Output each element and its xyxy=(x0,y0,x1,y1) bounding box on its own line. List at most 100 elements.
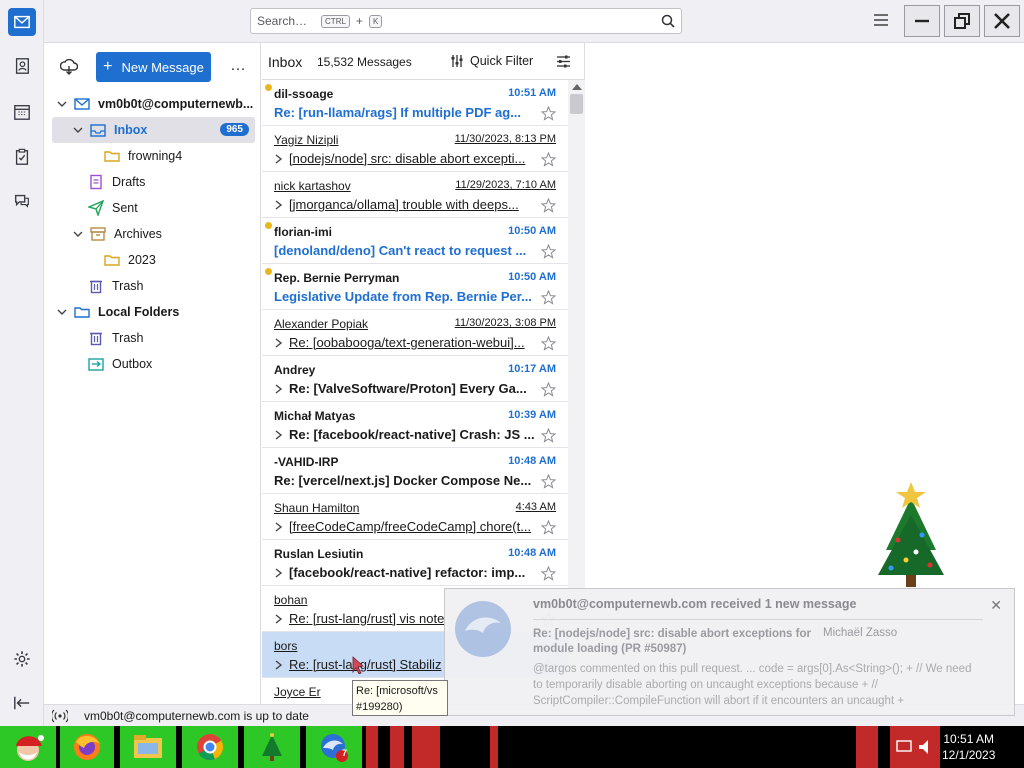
firefox-taskbar-button[interactable] xyxy=(60,726,114,768)
trash-icon xyxy=(90,332,102,346)
shortcut-k: K xyxy=(368,14,383,28)
message-row[interactable]: Yagiz Nizipli 11/30/2023, 8:13 PM [nodejs/… xyxy=(262,126,568,172)
restore-button[interactable] xyxy=(944,5,980,37)
message-row[interactable]: Rep. Bernie Perryman 10:50 AM Legislative … xyxy=(262,264,568,310)
star-icon[interactable] xyxy=(541,382,556,397)
message-subject: Re: [oobabooga/text-generation-webui]... xyxy=(289,335,525,350)
quick-filter-icon xyxy=(451,55,463,67)
folder-pane: + New Message … vm0b0t@computernewb... I… xyxy=(44,43,261,704)
get-messages-icon[interactable] xyxy=(60,59,78,75)
unread-dot-icon xyxy=(265,268,272,275)
new-message-button[interactable]: + New Message xyxy=(96,52,211,82)
star-icon[interactable] xyxy=(541,336,556,351)
chevron-down-icon[interactable] xyxy=(56,98,68,110)
system-clock[interactable]: 10:51 AM 12/1/2023 xyxy=(942,731,995,763)
taskbar-window-slot[interactable] xyxy=(390,726,404,768)
star-icon[interactable] xyxy=(541,106,556,121)
message-row[interactable]: Michał Matyas 10:39 AM Re: [facebook/react… xyxy=(262,402,568,448)
message-row[interactable]: Andrey 10:17 AM Re: [ValveSoftware/Proton]… xyxy=(262,356,568,402)
folder-label: Outbox xyxy=(112,357,153,371)
quick-filter-button[interactable]: Quick Filter xyxy=(450,54,533,68)
sent-icon xyxy=(88,200,104,216)
scroll-thumb[interactable] xyxy=(570,94,583,114)
message-row[interactable]: -VAHID-IRP 10:48 AM Re: [vercel/next.js] D… xyxy=(262,448,568,494)
folder-label: Trash xyxy=(112,279,144,293)
message-sender: bors xyxy=(274,639,298,653)
thunderbird-taskbar-button[interactable]: 7 xyxy=(306,726,362,768)
message-row[interactable]: dil-ssoage 10:51 AM Re: [run-llama/rags] I… xyxy=(262,80,568,126)
chevron-down-icon[interactable] xyxy=(72,124,84,136)
local-folders-row[interactable]: Local Folders xyxy=(44,299,261,325)
message-row[interactable]: florian-imi 10:50 AM [denoland/deno] Can't… xyxy=(262,218,568,264)
start-button[interactable] xyxy=(0,726,56,768)
address-book-icon[interactable] xyxy=(8,52,36,80)
message-row[interactable]: Alexander Popiak 11/30/2023, 3:08 PM Re: [… xyxy=(262,310,568,356)
folder-archives[interactable]: Archives xyxy=(44,221,261,247)
calendar-icon[interactable] xyxy=(8,98,36,126)
app-menu-icon[interactable] xyxy=(874,14,888,26)
folder-icon xyxy=(104,151,120,162)
folder-outbox[interactable]: Outbox xyxy=(44,351,261,377)
notification-body: @targos commented on this pull request. … xyxy=(533,663,972,707)
collapse-spaces-icon[interactable] xyxy=(13,695,31,711)
star-icon[interactable] xyxy=(541,152,556,167)
star-icon[interactable] xyxy=(541,520,556,535)
mail-space-icon[interactable] xyxy=(8,8,36,36)
folder-drafts[interactable]: Drafts xyxy=(44,169,261,195)
star-icon[interactable] xyxy=(541,244,556,259)
star-icon[interactable] xyxy=(541,474,556,489)
message-sender: Andrey xyxy=(274,363,316,377)
folder-local-trash[interactable]: Trash xyxy=(44,325,261,351)
star-icon[interactable] xyxy=(541,198,556,213)
message-date: 10:51 AM xyxy=(508,87,556,99)
notification-close-icon[interactable]: ✕ xyxy=(990,597,1002,614)
unread-count-badge: 965 xyxy=(220,123,249,136)
notification-divider xyxy=(533,619,983,620)
folder-title: Inbox xyxy=(268,54,303,70)
settings-gear-icon[interactable] xyxy=(13,650,31,668)
star-icon[interactable] xyxy=(541,566,556,581)
chat-icon[interactable] xyxy=(8,187,36,215)
chrome-taskbar-button[interactable] xyxy=(182,726,238,768)
list-display-options-icon[interactable] xyxy=(556,54,571,69)
chevron-down-icon[interactable] xyxy=(72,228,84,240)
minimize-button[interactable] xyxy=(904,5,940,37)
folder-2023[interactable]: 2023 xyxy=(44,247,261,273)
tasks-icon[interactable] xyxy=(8,143,36,171)
star-icon[interactable] xyxy=(541,290,556,305)
christmas-tree-decoration xyxy=(878,482,944,587)
taskbar-window-slot[interactable] xyxy=(490,726,498,768)
message-subject: Re: [facebook/react-native] Crash: JS ..… xyxy=(289,427,535,442)
account-row[interactable]: vm0b0t@computernewb... xyxy=(44,91,261,117)
system-tray-icons[interactable] xyxy=(890,726,940,768)
message-row[interactable]: nick kartashov 11/29/2023, 7:10 AM [jmorga… xyxy=(262,172,568,218)
folder-label: Trash xyxy=(112,331,144,345)
folder-pane-more-button[interactable]: … xyxy=(230,57,247,75)
taskbar-window-slot[interactable] xyxy=(412,726,440,768)
scroll-up-arrow-icon[interactable] xyxy=(572,84,582,90)
tooltip-line-2: #199280) xyxy=(356,701,403,713)
message-row[interactable]: Shaun Hamilton 4:43 AM [freeCodeCamp/freeC… xyxy=(262,494,568,540)
new-mail-notification[interactable]: vm0b0t@computernewb.com received 1 new m… xyxy=(444,588,1015,716)
tree-app-taskbar-button[interactable] xyxy=(244,726,300,768)
message-date: 10:50 AM xyxy=(508,225,556,237)
chevron-down-icon[interactable] xyxy=(56,306,68,318)
file-explorer-icon xyxy=(134,735,162,758)
star-icon[interactable] xyxy=(541,428,556,443)
tray-item[interactable] xyxy=(856,726,878,768)
search-input[interactable]: Search… CTRL + K xyxy=(250,8,682,34)
folder-inbox[interactable]: Inbox 965 xyxy=(52,117,255,143)
online-status-icon[interactable] xyxy=(52,709,68,723)
folder-sent[interactable]: Sent xyxy=(44,195,261,221)
drafts-icon xyxy=(90,174,102,190)
folder-frowning4[interactable]: frowning4 xyxy=(44,143,261,169)
tooltip-line-1: Re: [microsoft/vs xyxy=(356,685,438,697)
close-window-button[interactable] xyxy=(984,5,1020,37)
inbox-label: Inbox xyxy=(114,123,148,137)
message-sender: Shaun Hamilton xyxy=(274,501,360,515)
search-icon[interactable] xyxy=(661,14,675,28)
folder-trash[interactable]: Trash xyxy=(44,273,261,299)
taskbar-window-slot[interactable] xyxy=(366,726,378,768)
message-row[interactable]: Ruslan Lesiutin 10:48 AM [facebook/react-n… xyxy=(262,540,568,586)
file-explorer-taskbar-button[interactable] xyxy=(120,726,176,768)
